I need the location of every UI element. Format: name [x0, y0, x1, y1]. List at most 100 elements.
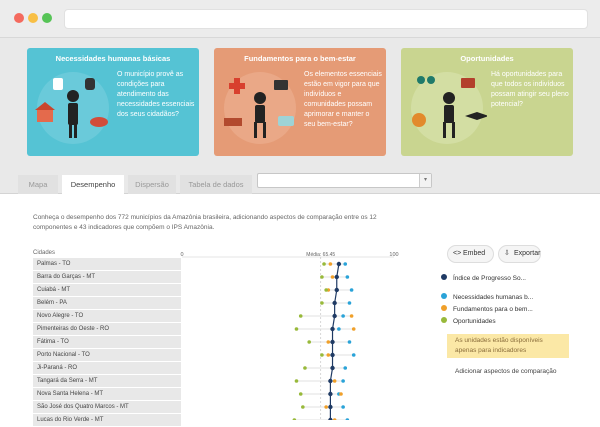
data-point — [343, 366, 348, 370]
table-row[interactable]: Cuiabá - MT — [33, 284, 181, 296]
table-row[interactable]: Palmas - TO — [33, 258, 181, 270]
data-point — [301, 405, 305, 409]
table-row[interactable]: Novo Alegre - TO — [33, 310, 181, 322]
ips-data-point — [332, 313, 337, 319]
data-point — [326, 353, 331, 357]
units-notice: As unidades estão disponíveis apenas par… — [447, 334, 569, 358]
data-point — [337, 327, 341, 331]
cities-table: Cidades Palmas - TO Barra do Garças - MT C… — [33, 248, 181, 427]
view-tabs: Mapa Desempenho Dispersão Tabela de dado… — [0, 170, 600, 194]
maximize-window-button[interactable] — [42, 13, 52, 23]
data-point — [298, 392, 303, 396]
series-color-dot — [441, 305, 447, 311]
table-row[interactable]: Nova Santa Helena - MT — [33, 388, 181, 400]
data-point — [328, 262, 333, 266]
data-point — [341, 379, 345, 383]
data-point — [351, 327, 356, 331]
legend-item-ips[interactable]: Índice de Progresso So... — [441, 273, 526, 285]
data-point — [339, 392, 343, 396]
tab-desempenho[interactable]: Desempenho — [62, 175, 124, 194]
legend-item-wellbeing[interactable]: Fundamentos para o bem... — [441, 304, 533, 316]
dimensions-banner: Necessidades humanas básicas O município… — [0, 38, 600, 170]
table-row[interactable]: Tangará da Serra - MT — [33, 375, 181, 387]
data-point — [303, 366, 307, 370]
add-comparison-link[interactable]: Adicionar aspectos de comparação — [455, 368, 557, 375]
ips-data-point — [330, 326, 335, 332]
mean-label: Média: 65.45 — [306, 252, 335, 258]
address-bar[interactable] — [64, 9, 588, 29]
data-point — [326, 340, 331, 344]
close-window-button[interactable] — [14, 13, 24, 23]
series-color-dot — [441, 317, 447, 323]
code-icon: <> — [453, 250, 462, 257]
table-row[interactable]: Porto Nacional - TO — [33, 349, 181, 361]
data-point — [347, 301, 352, 305]
data-point — [294, 327, 299, 331]
x-tick-label: 100 — [389, 252, 398, 258]
data-point — [324, 288, 328, 292]
series-color-dot — [441, 293, 447, 299]
card-basic-needs[interactable]: Necessidades humanas básicas O município… — [27, 48, 199, 156]
card-title: Fundamentos para o bem-estar — [244, 54, 356, 63]
opportunities-illustration-icon — [411, 72, 487, 144]
card-description: Os elementos essenciais estão em vigor p… — [304, 71, 382, 128]
data-point — [324, 405, 328, 409]
embed-button[interactable]: <> Embed — [447, 245, 494, 263]
ips-data-point — [334, 274, 339, 280]
ips-data-point — [334, 287, 339, 293]
municipality-select[interactable]: ▾ — [257, 173, 432, 188]
data-point — [307, 340, 311, 344]
wellbeing-illustration-icon — [224, 72, 296, 144]
ips-data-point — [330, 352, 335, 358]
tab-dispersao[interactable]: Dispersão — [128, 175, 176, 194]
ips-data-point — [330, 365, 335, 371]
data-point — [345, 275, 350, 279]
data-point — [332, 379, 337, 383]
card-title: Necessidades humanas básicas — [55, 54, 171, 63]
tab-tabela-de-dados[interactable]: Tabela de dados — [180, 175, 252, 194]
ips-data-point — [328, 378, 333, 384]
export-button[interactable]: ⇩ Exportar — [498, 245, 541, 263]
browser-window: Necessidades humanas básicas O município… — [0, 0, 600, 426]
table-row[interactable]: Belém - PA — [33, 297, 181, 309]
data-point — [294, 379, 299, 383]
legend-item-basic-needs[interactable]: Necessidades humanas b... — [441, 292, 533, 304]
ips-data-point — [332, 300, 337, 306]
browser-titlebar — [0, 0, 600, 38]
x-tick-label: 0 — [180, 252, 183, 258]
table-row[interactable]: Lucas do Rio Verde - MT — [33, 414, 181, 426]
basic-needs-illustration-icon — [35, 72, 109, 144]
card-title: Oportunidades — [460, 54, 514, 63]
tab-mapa[interactable]: Mapa — [18, 175, 58, 194]
legend-item-opportunities[interactable]: Oportunidades — [441, 316, 496, 328]
series-color-dot — [441, 274, 447, 280]
data-point — [349, 314, 354, 318]
ips-data-point — [336, 261, 342, 267]
intro-text: Conheça o desempenho dos 772 municípios … — [33, 214, 377, 231]
ips-data-point — [330, 339, 335, 345]
cities-table-header: Cidades — [33, 250, 56, 256]
chevron-down-icon[interactable]: ▾ — [419, 174, 431, 187]
data-point — [349, 288, 354, 292]
data-point — [351, 353, 356, 357]
table-row[interactable]: Barra do Garças - MT — [33, 271, 181, 283]
data-point — [343, 262, 348, 266]
data-point — [298, 314, 303, 318]
card-wellbeing[interactable]: Fundamentos para o bem-estar Os elemento… — [214, 48, 386, 156]
minimize-window-button[interactable] — [28, 13, 38, 23]
table-row[interactable]: Ji-Paraná - RO — [33, 362, 181, 374]
table-row[interactable]: Pimenteiras do Oeste - RO — [33, 323, 181, 335]
ips-data-point — [328, 404, 333, 410]
data-point — [341, 405, 345, 409]
performance-chart: 0 100 Média: 65.45 — [180, 252, 399, 420]
table-row[interactable]: Fátima - TO — [33, 336, 181, 348]
table-row[interactable]: São José dos Quatro Marcos - MT — [33, 401, 181, 413]
data-point — [347, 340, 352, 344]
data-point — [322, 262, 326, 266]
data-point — [320, 353, 324, 357]
card-opportunities[interactable]: Oportunidades Há oportunidades para que … — [401, 48, 573, 156]
card-description: Há oportunidades para que todos os indiv… — [491, 71, 569, 108]
ips-data-point — [328, 391, 333, 397]
download-icon: ⇩ — [504, 250, 510, 257]
data-point — [320, 275, 324, 279]
